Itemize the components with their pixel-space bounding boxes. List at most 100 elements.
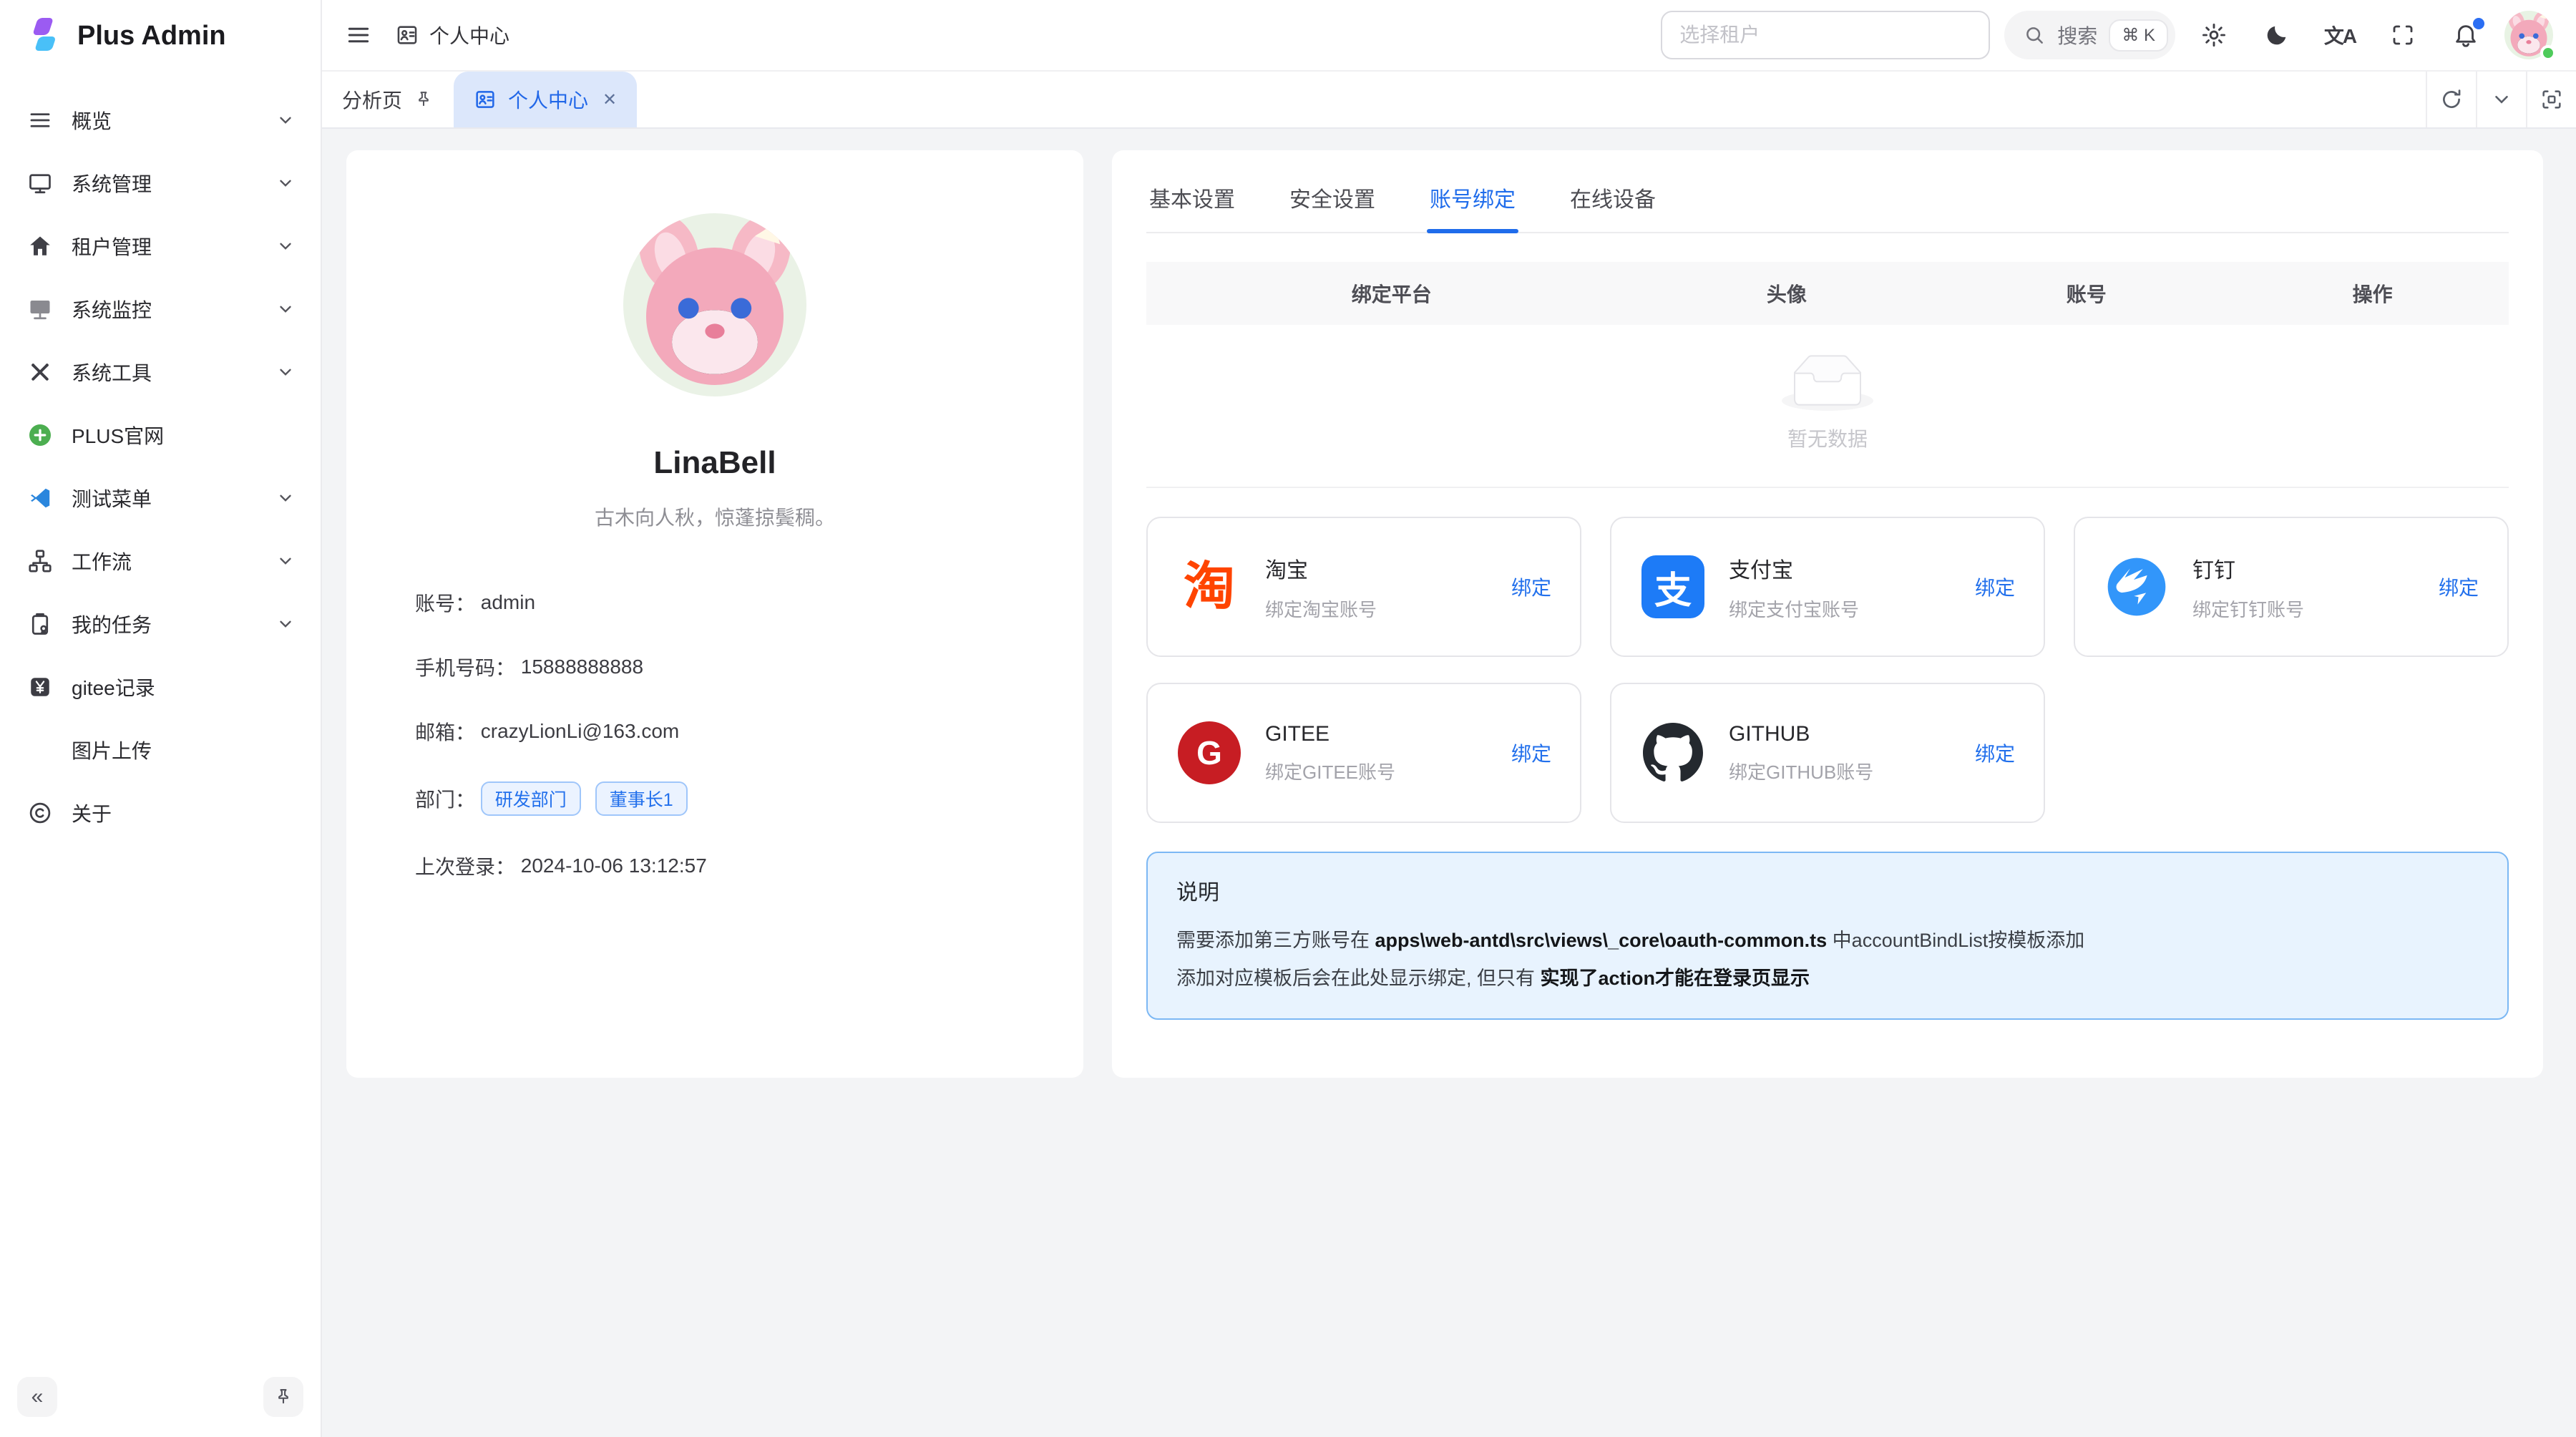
empty-inbox-icon <box>1782 354 1873 412</box>
app-logo-icon <box>23 16 63 56</box>
plus-circle-icon <box>26 422 54 448</box>
bind-alipay-button[interactable]: 绑定 <box>1975 573 2015 601</box>
sidebar-item-gitee-records[interactable]: gitee记录 <box>11 656 309 718</box>
user-avatar[interactable] <box>2504 11 2553 59</box>
profile-email-row: 邮箱： crazyLionLi@163.com <box>415 717 1015 746</box>
sidebar-item-workflow[interactable]: 工作流 <box>11 530 309 593</box>
binding-card-github: GITHUB 绑定GITHUB账号 绑定 <box>1610 683 2045 823</box>
search-icon <box>2023 24 2046 47</box>
profile-card-icon <box>474 88 497 111</box>
page-content: LinaBell 古木向人秋，惊蓬掠鬓稠。 账号： admin 手机号码： 15… <box>322 129 2576 1437</box>
close-icon[interactable]: ✕ <box>602 89 617 110</box>
chevron-down-icon <box>276 363 295 381</box>
profile-dept-row: 部门： 研发部门 董事长1 <box>415 781 1015 816</box>
notification-badge <box>2473 18 2484 29</box>
table-empty-state: 暂无数据 <box>1146 325 2509 488</box>
search-shortcut-kbd: ⌘ K <box>2109 19 2168 52</box>
translate-icon[interactable]: 文A <box>2316 11 2364 59</box>
menu-icon <box>26 107 54 133</box>
settings-panel: 基本设置 安全设置 账号绑定 在线设备 绑定平台 头像 账号 操作 <box>1112 150 2543 1078</box>
top-header: 个人中心 搜索 ⌘ K 文A <box>322 0 2576 72</box>
binding-card-alipay: 支 支付宝 绑定支付宝账号 绑定 <box>1610 517 2045 657</box>
binding-card-taobao: 淘 淘宝 绑定淘宝账号 绑定 <box>1146 517 1581 657</box>
note-line-2: 添加对应模板后会在此处显示绑定, 但只有 实现了action才能在登录页显示 <box>1176 960 2479 998</box>
refresh-icon[interactable] <box>2426 72 2476 127</box>
profile-card: LinaBell 古木向人秋，惊蓬掠鬓稠。 账号： admin 手机号码： 15… <box>346 150 1083 1078</box>
sidebar-item-system-management[interactable]: 系统管理 <box>11 152 309 215</box>
chevron-down-icon <box>276 552 295 570</box>
sidebar-collapse-button[interactable]: « <box>17 1377 57 1417</box>
binding-table-header: 绑定平台 头像 账号 操作 <box>1146 262 2509 325</box>
dept-tag: 董事长1 <box>595 781 688 816</box>
sidebar-item-system-monitor[interactable]: 系统监控 <box>11 278 309 341</box>
dark-mode-moon-icon[interactable] <box>2253 11 2301 59</box>
profile-account-row: 账号： admin <box>415 588 1015 617</box>
bind-dingtalk-button[interactable]: 绑定 <box>2439 573 2479 601</box>
settings-tabs: 基本设置 安全设置 账号绑定 在线设备 <box>1146 162 2509 233</box>
tab-analysis[interactable]: 分析页 <box>322 72 454 127</box>
copyright-icon <box>26 800 54 826</box>
sidebar-item-plus-website[interactable]: PLUS官网 <box>11 404 309 467</box>
fullscreen-icon[interactable] <box>2379 11 2427 59</box>
hamburger-menu-icon[interactable] <box>345 21 372 49</box>
clipboard-icon <box>26 611 54 637</box>
sidebar-item-test-menu[interactable]: 测试菜单 <box>11 467 309 530</box>
bind-gitee-button[interactable]: 绑定 <box>1511 739 1551 767</box>
profile-motto: 古木向人秋，惊蓬掠鬓稠。 <box>415 502 1015 531</box>
profile-last-login-row: 上次登录： 2024-10-06 13:12:57 <box>415 852 1015 880</box>
col-platform: 绑定平台 <box>1146 279 1636 308</box>
chevron-down-icon <box>276 489 295 507</box>
sidebar-item-system-tools[interactable]: 系统工具 <box>11 341 309 404</box>
info-note: 说明 需要添加第三方账号在 apps\web-antd\src\views\_c… <box>1146 852 2509 1020</box>
tools-icon <box>26 359 54 385</box>
empty-text: 暂无数据 <box>1787 424 1868 452</box>
dingtalk-icon <box>2104 554 2170 620</box>
chevron-down-icon <box>276 174 295 193</box>
gitee-icon: G <box>1176 720 1242 786</box>
github-icon <box>1640 720 1706 786</box>
binding-card-dingtalk: 钉钉 绑定钉钉账号 绑定 <box>2074 517 2509 657</box>
sidebar-footer: « <box>0 1374 321 1437</box>
main-area: 个人中心 搜索 ⌘ K 文A 分析页 <box>322 0 2576 1437</box>
sidebar-item-about[interactable]: 关于 <box>11 781 309 844</box>
sidebar-item-tenant-management[interactable]: 租户管理 <box>11 215 309 278</box>
notification-bell-icon[interactable] <box>2441 11 2490 59</box>
sidebar-item-my-tasks[interactable]: 我的任务 <box>11 593 309 656</box>
tab-basic-settings[interactable]: 基本设置 <box>1146 162 1238 232</box>
settings-gear-icon[interactable] <box>2190 11 2238 59</box>
chevron-down-icon[interactable] <box>2476 72 2526 127</box>
tab-profile-center[interactable]: 个人中心 ✕ <box>454 72 637 127</box>
sidebar: Plus Admin 概览 系统管理 租户管理 系统监控 <box>0 0 322 1437</box>
tab-online-devices[interactable]: 在线设备 <box>1567 162 1659 232</box>
tab-account-binding[interactable]: 账号绑定 <box>1427 162 1518 232</box>
bind-taobao-button[interactable]: 绑定 <box>1511 573 1551 601</box>
chevron-down-icon <box>276 300 295 318</box>
monitor-icon <box>26 170 54 196</box>
yen-square-icon <box>26 674 54 700</box>
global-search[interactable]: 搜索 ⌘ K <box>2004 11 2175 59</box>
bind-github-button[interactable]: 绑定 <box>1975 739 2015 767</box>
sidebar-item-image-upload[interactable]: 图片上传 <box>11 718 309 781</box>
sidebar-item-overview[interactable]: 概览 <box>11 89 309 152</box>
app-root: Plus Admin 概览 系统管理 租户管理 系统监控 <box>0 0 2576 1437</box>
binding-card-gitee: G GITEE 绑定GITEE账号 绑定 <box>1146 683 1581 823</box>
app-logo: Plus Admin <box>0 0 321 72</box>
chevron-down-icon <box>276 615 295 633</box>
note-title: 说明 <box>1176 875 2479 906</box>
maximize-icon[interactable] <box>2526 72 2576 127</box>
pin-icon <box>273 1387 293 1407</box>
taobao-icon: 淘 <box>1176 554 1242 620</box>
chevron-down-icon <box>276 237 295 255</box>
online-status-dot <box>2540 45 2556 61</box>
tab-security-settings[interactable]: 安全设置 <box>1287 162 1378 232</box>
sidebar-menu: 概览 系统管理 租户管理 系统监控 系统工具 <box>0 72 321 1374</box>
tenant-select-input[interactable] <box>1661 11 1990 59</box>
home-icon <box>26 233 54 259</box>
search-label: 搜索 <box>2057 21 2097 49</box>
dept-tag: 研发部门 <box>481 781 581 816</box>
vscode-icon <box>26 485 54 511</box>
breadcrumb: 个人中心 <box>395 21 509 49</box>
alipay-icon: 支 <box>1640 554 1706 620</box>
col-actions: 操作 <box>2236 279 2509 308</box>
sidebar-pin-button[interactable] <box>263 1377 303 1417</box>
